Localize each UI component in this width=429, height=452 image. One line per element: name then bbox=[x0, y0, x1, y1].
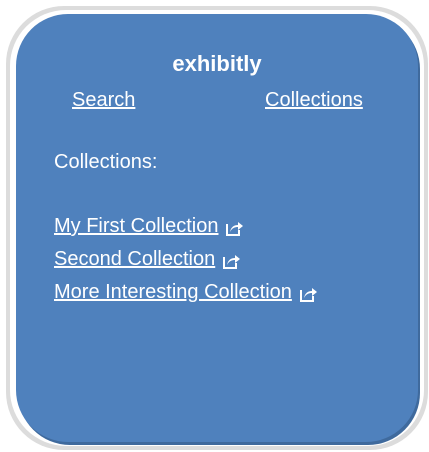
collection-list: My First Collection Second Collection Mo… bbox=[54, 210, 318, 309]
external-link-icon[interactable] bbox=[299, 285, 318, 302]
list-item: More Interesting Collection bbox=[54, 276, 318, 309]
nav-collections-link[interactable]: Collections bbox=[265, 89, 363, 112]
section-heading: Collections: bbox=[54, 151, 158, 173]
collection-link[interactable]: More Interesting Collection bbox=[54, 281, 292, 304]
app-panel: exhibitly Search Collections Collections… bbox=[16, 14, 418, 442]
app-title: exhibitly bbox=[172, 51, 262, 76]
external-link-icon[interactable] bbox=[223, 252, 241, 269]
collection-link[interactable]: My First Collection bbox=[54, 215, 218, 238]
list-item: My First Collection bbox=[54, 210, 318, 243]
nav-search-link[interactable]: Search bbox=[72, 89, 135, 112]
list-item: Second Collection bbox=[54, 243, 318, 276]
external-link-icon[interactable] bbox=[226, 219, 244, 236]
collection-link[interactable]: Second Collection bbox=[54, 248, 215, 271]
